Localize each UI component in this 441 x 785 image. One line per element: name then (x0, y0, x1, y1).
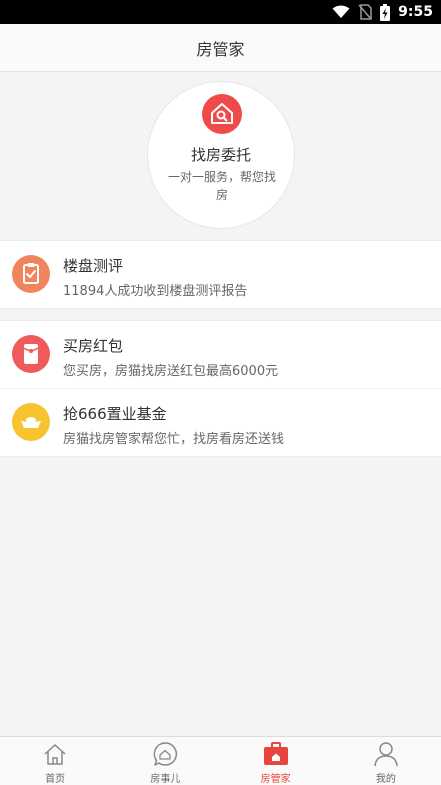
battery-charging-icon (380, 3, 391, 21)
tab-label: 首页 (45, 774, 66, 785)
list-item-description: 11894人成功收到楼盘测评报告 (63, 284, 248, 299)
find-house-commission-button[interactable]: 找房委托 一对一服务，帮您找房 (147, 81, 295, 229)
clipboard-check-icon (12, 255, 50, 293)
page-title: 房管家 (196, 39, 245, 59)
bottom-tab-bar: 首页 房事儿 房管家 我的 (0, 736, 441, 785)
wifi-icon (332, 5, 350, 18)
tab-home[interactable]: 首页 (0, 737, 110, 785)
briefcase-icon (263, 742, 288, 765)
red-envelope-icon (12, 335, 50, 373)
list-item-title: 抢666置业基金 (63, 405, 167, 423)
list-item-red-envelope[interactable]: 买房红包 您买房，房猫找房送红包最高6000元 (0, 321, 441, 388)
list-item-title: 楼盘测评 (63, 257, 124, 275)
evaluation-section: 楼盘测评 11894人成功收到楼盘测评报告 (0, 240, 441, 309)
status-time: 9:55 (398, 4, 433, 20)
house-chat-icon (154, 742, 178, 766)
tab-label: 房事儿 (150, 774, 181, 785)
status-bar: 9:55 (0, 0, 441, 24)
hero-title: 找房委托 (190, 146, 251, 164)
tab-house-talk[interactable]: 房事儿 (110, 737, 220, 785)
house-search-icon (202, 94, 242, 134)
list-item-property-evaluation[interactable]: 楼盘测评 11894人成功收到楼盘测评报告 (0, 241, 441, 308)
tab-label: 房管家 (260, 774, 291, 785)
tab-me[interactable]: 我的 (331, 737, 441, 785)
status-icons: 9:55 (332, 0, 433, 24)
no-sim-icon (358, 4, 372, 20)
tab-label: 我的 (375, 774, 396, 785)
tab-house-manager[interactable]: 房管家 (221, 737, 331, 785)
person-icon (374, 742, 398, 767)
hero-description: 一对一服务，帮您找房 (167, 170, 276, 202)
list-item-description: 房猫找房管家帮您忙，找房看房还送钱 (63, 432, 285, 447)
home-icon (44, 744, 66, 765)
app-header: 房管家 (0, 24, 441, 72)
list-item-description: 您买房，房猫找房送红包最高6000元 (63, 364, 279, 379)
list-item-fund[interactable]: 抢666置业基金 房猫找房管家帮您忙，找房看房还送钱 (0, 388, 441, 456)
gold-ingot-icon (12, 403, 50, 441)
benefits-section: 买房红包 您买房，房猫找房送红包最高6000元 抢666置业基金 房猫找房管家帮… (0, 320, 441, 457)
list-item-title: 买房红包 (63, 337, 124, 355)
